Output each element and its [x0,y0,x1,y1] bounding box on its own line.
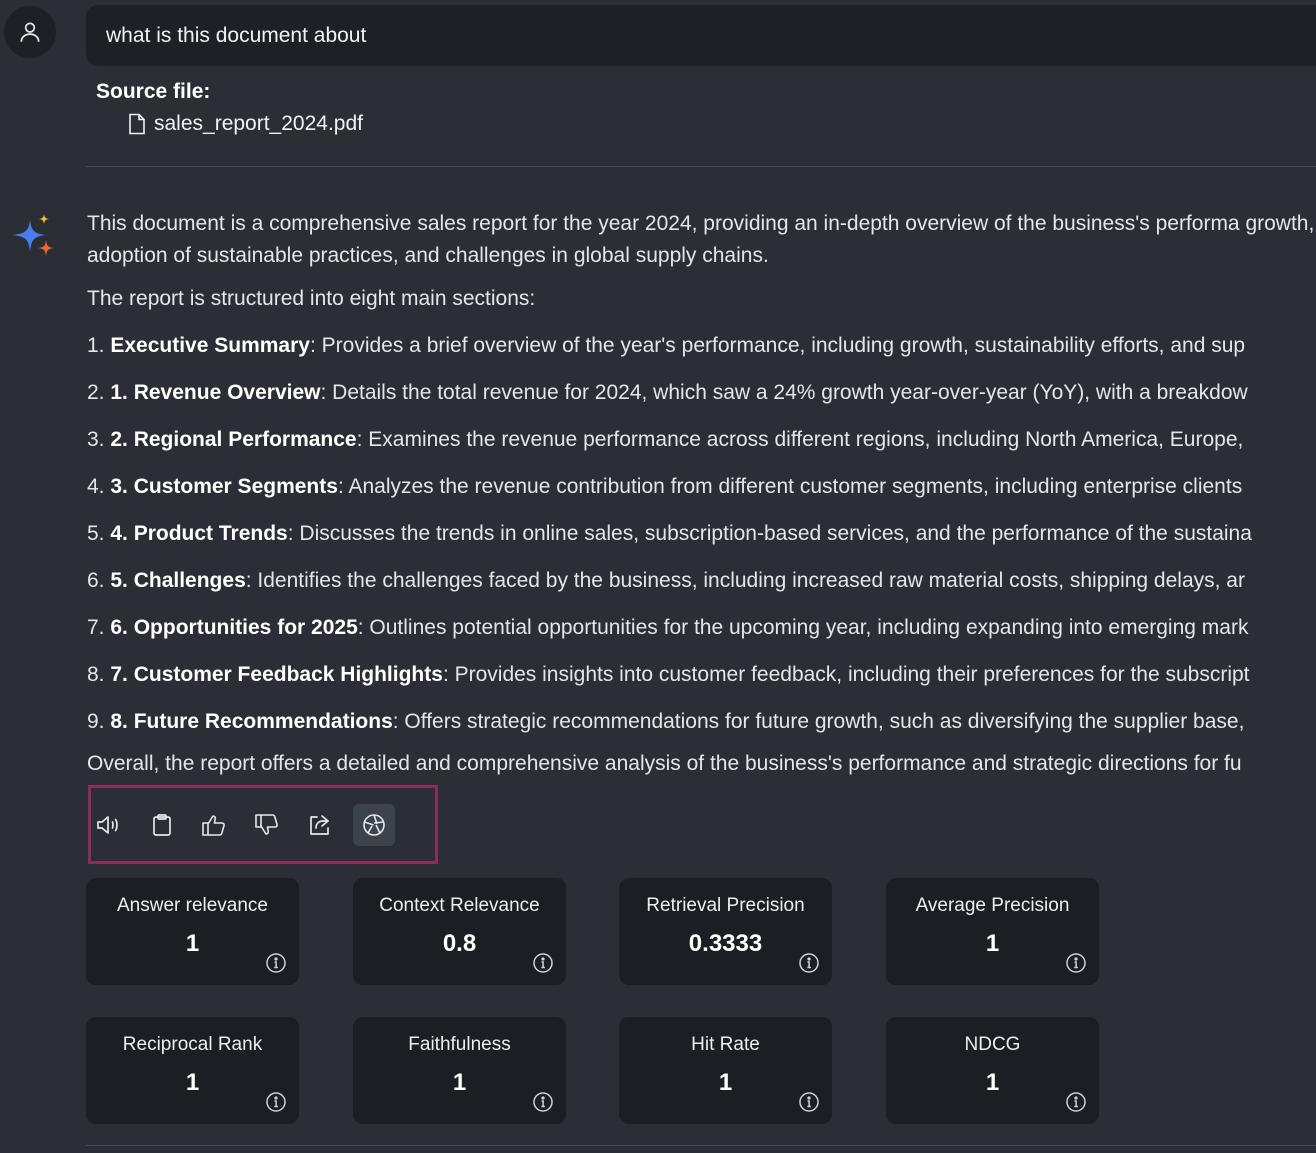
info-icon[interactable] [1065,952,1087,974]
info-icon[interactable] [532,1091,554,1113]
section-title: 7. Customer Feedback Highlights [110,663,443,686]
aperture-icon [363,814,385,836]
file-icon [129,113,145,135]
copy-button[interactable] [141,804,183,846]
metric-card: Retrieval Precision 0.3333 [619,878,832,985]
section-description: : Outlines potential opportunities for t… [357,616,1249,639]
thumbs-down-button[interactable] [246,804,288,846]
metric-label: Answer relevance [116,895,269,916]
metric-card: Hit Rate 1 [619,1017,832,1124]
user-query-bubble: what is this document about [86,5,1316,66]
thumbs-down-icon [255,814,278,835]
metric-card: Answer relevance 1 [86,878,299,985]
section-number: 2. [87,381,105,404]
section-title: 2. Regional Performance [110,428,357,451]
user-avatar[interactable] [4,6,56,58]
section-number: 8. [87,663,105,686]
user-query-text: what is this document about [106,23,367,47]
section-number: 5. [87,522,105,545]
section-description: : Provides insights into customer feedba… [442,663,1250,686]
evaluate-button[interactable] [353,804,395,846]
sections-list: 1. Executive Summary: Provides a brief o… [87,330,1316,738]
metric-label: Context Relevance [379,895,540,916]
metric-card: Context Relevance 0.8 [353,878,566,985]
section-number: 4. [87,475,105,498]
section-list-item: 7. 6. Opportunities for 2025: Outlines p… [87,612,1316,644]
share-button[interactable] [299,804,341,846]
clipboard-icon [153,814,171,836]
metric-label: Hit Rate [691,1034,760,1055]
metric-label: Average Precision [915,895,1070,916]
section-number: 7. [87,616,105,639]
answer-intro: This document is a comprehensive sales r… [87,212,1316,267]
section-list-item: 3. 2. Regional Performance: Examines the… [87,424,1316,456]
metric-label: NDCG [964,1034,1021,1055]
answer-overall: Overall, the report offers a detailed an… [87,752,1242,775]
info-icon[interactable] [265,952,287,974]
metric-label: Reciprocal Rank [122,1034,263,1055]
info-icon[interactable] [798,1091,820,1113]
source-file-name: sales_report_2024.pdf [154,112,363,135]
section-list-item: 5. 4. Product Trends: Discusses the tren… [87,518,1316,550]
sparkle-icon [12,214,54,256]
divider [86,1145,1316,1146]
read-aloud-button[interactable] [88,804,130,846]
chat-page: what is this document about Source file:… [0,0,1316,1153]
section-title: 8. Future Recommendations [110,710,393,733]
thumbs-up-icon [202,815,225,836]
section-description: : Examines the revenue performance acros… [356,428,1244,451]
section-title: 4. Product Trends [110,522,288,545]
source-file-link[interactable]: sales_report_2024.pdf [128,112,363,136]
speaker-icon [97,816,118,834]
user-icon [20,22,40,42]
divider [86,166,1316,167]
section-description: : Discusses the trends in online sales, … [287,522,1252,545]
metric-card: Faithfulness 1 [353,1017,566,1124]
info-icon[interactable] [798,952,820,974]
thumbs-up-button[interactable] [193,804,235,846]
source-label: Source file: [96,80,211,103]
metric-card: NDCG 1 [886,1017,1099,1124]
metric-label: Faithfulness [408,1034,511,1055]
section-description: : Analyzes the revenue contribution from… [337,475,1243,498]
share-icon [310,815,329,835]
section-list-item: 9. 8. Future Recommendations: Offers str… [87,706,1316,738]
assistant-answer: This document is a comprehensive sales r… [87,208,1316,780]
section-list-item: 8. 7. Customer Feedback Highlights: Prov… [87,659,1316,691]
section-title: 1. Revenue Overview [110,381,321,404]
section-title: 5. Challenges [110,569,246,592]
section-number: 3. [87,428,105,451]
section-number: 1. [87,334,105,357]
metric-card: Reciprocal Rank 1 [86,1017,299,1124]
section-title: 6. Opportunities for 2025 [110,616,358,639]
section-description: : Details the total revenue for 2024, wh… [320,381,1248,404]
section-list-item: 6. 5. Challenges: Identifies the challen… [87,565,1316,597]
info-icon[interactable] [1065,1091,1087,1113]
section-list-item: 4. 3. Customer Segments: Analyzes the re… [87,471,1316,503]
section-list-item: 2. 1. Revenue Overview: Details the tota… [87,377,1316,409]
section-number: 6. [87,569,105,592]
section-title: 3. Customer Segments [110,475,338,498]
section-list-item: 1. Executive Summary: Provides a brief o… [87,330,1316,362]
info-icon[interactable] [532,952,554,974]
metric-label: Retrieval Precision [646,895,805,916]
answer-structure: The report is structured into eight main… [87,287,536,310]
info-icon[interactable] [265,1091,287,1113]
section-description: : Provides a brief overview of the year'… [309,334,1246,357]
section-number: 9. [87,710,105,733]
section-description: : Offers strategic recommendations for f… [392,710,1245,733]
section-title: Executive Summary [110,334,310,357]
section-description: : Identifies the challenges faced by the… [245,569,1245,592]
metric-card: Average Precision 1 [886,878,1099,985]
